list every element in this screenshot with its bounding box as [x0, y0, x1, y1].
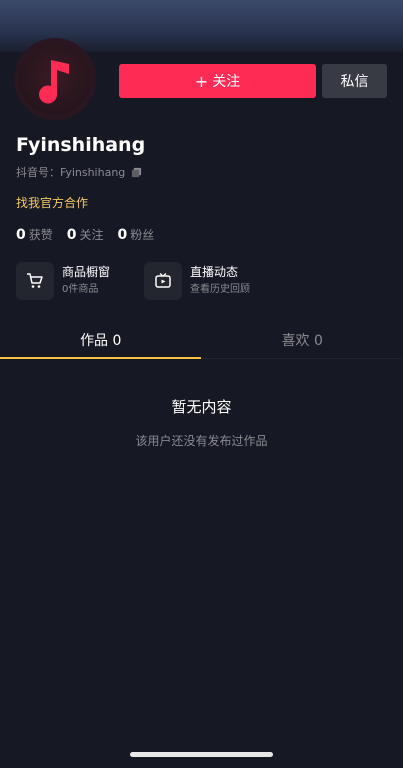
official-cooperation-link[interactable]: 找我官方合作	[16, 194, 88, 211]
stat-followers-label: 粉丝	[130, 228, 155, 242]
tab-likes[interactable]: 喜欢 0	[202, 322, 403, 358]
empty-state-subtitle: 该用户还没有发布过作品	[135, 434, 268, 448]
message-button[interactable]: 私信	[322, 64, 387, 98]
shop-window-title: 商品橱窗	[62, 265, 111, 279]
follow-button-label: 关注	[212, 74, 241, 90]
stat-following-value: 0	[66, 227, 77, 243]
content-tabs: 作品 0 喜欢 0	[0, 322, 403, 359]
stat-followers[interactable]: 0 粉丝	[118, 226, 155, 243]
avatar[interactable]	[14, 38, 96, 120]
tv-play-icon	[155, 273, 171, 288]
message-button-label: 私信	[340, 74, 369, 90]
douyin-id-row: 抖音号： Fyinshihang	[16, 164, 142, 180]
shop-window-card[interactable]: 商品橱窗 0件商品	[16, 262, 110, 300]
live-activity-icon-box	[144, 262, 182, 300]
live-activity-card[interactable]: 直播动态 查看历史回顾	[144, 262, 250, 300]
live-activity-subtitle: 查看历史回顾	[190, 284, 250, 295]
stat-followers-value: 0	[117, 227, 128, 243]
stat-likes-label: 获赞	[28, 228, 53, 242]
empty-state-title: 暂无内容	[171, 398, 232, 416]
shop-window-icon-box	[16, 262, 54, 300]
stats-row: 0 获赞 0 关注 0 粉丝	[16, 226, 168, 243]
username: Fyinshihang	[16, 134, 146, 156]
stat-likes[interactable]: 0 获赞	[16, 226, 53, 243]
music-note-icon	[39, 60, 69, 104]
home-indicator[interactable]	[130, 752, 273, 757]
avatar-image	[19, 43, 91, 115]
shop-window-subtitle: 0件商品	[62, 284, 99, 295]
stat-following[interactable]: 0 关注	[67, 226, 104, 243]
douyin-id-value: Fyinshihang	[60, 165, 126, 179]
tab-works[interactable]: 作品 0	[0, 322, 202, 358]
stat-likes-value: 0	[16, 227, 26, 243]
follow-button[interactable]: + 关注	[119, 64, 316, 98]
plus-icon: +	[194, 71, 209, 91]
copy-icon[interactable]	[131, 167, 142, 178]
cart-icon	[27, 273, 43, 288]
douyin-id-label: 抖音号：	[16, 166, 60, 179]
live-activity-title: 直播动态	[190, 265, 239, 279]
active-tab-indicator	[0, 357, 201, 359]
stat-following-label: 关注	[79, 228, 104, 242]
